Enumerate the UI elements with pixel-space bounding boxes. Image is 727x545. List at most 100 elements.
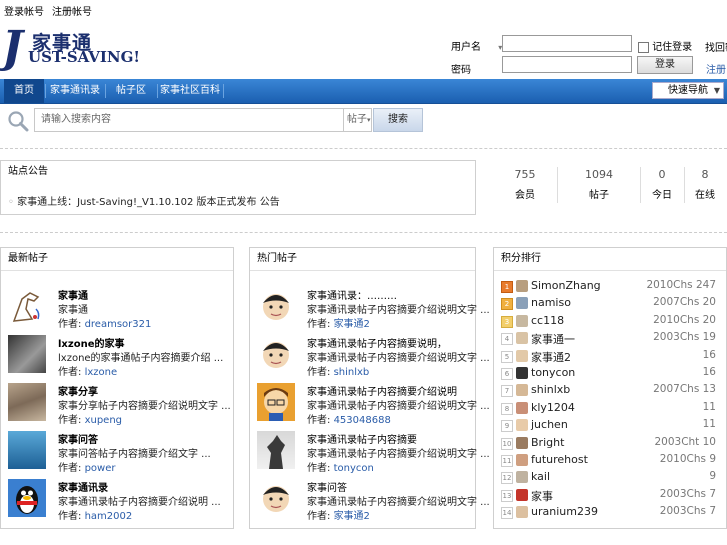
site-logo[interactable]: J 家事通 UST-SAVING! (0, 22, 150, 73)
ranking-row[interactable]: 13 家事 2003Chs 7 (494, 487, 724, 504)
item-title[interactable]: 家事问答 (58, 431, 98, 446)
rank-username[interactable]: shinlxb (531, 383, 570, 396)
list-item[interactable]: 家事问答 家事问答帖子内容摘要介绍文字 ... 作者: power (1, 429, 233, 477)
quick-nav-select[interactable]: 快速导航 ▼ (652, 82, 724, 99)
main-nav: 首页 家事通讯录 帖子区 家事社区百科 快速导航 ▼ (0, 79, 727, 104)
notice-item[interactable]: ◦ 家事通上线：Just-Saving!_V1.10.102 版本正式发布 公告 (8, 193, 280, 208)
nav-item-home[interactable]: 首页 (4, 79, 44, 103)
rank-username[interactable]: tonycon (531, 366, 575, 379)
author-link[interactable]: tonycon (334, 463, 374, 474)
panel-title: 积分排行 (494, 248, 726, 271)
author-link[interactable]: 家事通2 (334, 319, 370, 330)
item-title[interactable]: 家事通 (58, 287, 88, 302)
quick-nav-value: 快速导航 (668, 85, 708, 96)
password-input[interactable] (502, 56, 632, 73)
divider (0, 232, 727, 233)
author-link[interactable]: 453048688 (334, 415, 391, 426)
ranking-row[interactable]: 10 Bright 2003Cht 10 (494, 435, 724, 452)
item-title[interactable]: 家事通讯录帖子内容摘要介绍说明 (307, 383, 457, 398)
rank-number: 10 (501, 437, 513, 450)
author-link[interactable]: lxzone (85, 367, 118, 378)
hot-posts-panel: 热门帖子 家事通讯录：……… 家事通讯录帖子内容摘要介绍说明文字 ... 作者:… (249, 247, 490, 529)
face-avatar (257, 479, 295, 517)
author-link[interactable]: dreamsor321 (85, 319, 152, 330)
stat-members: 755 会员 (514, 168, 536, 201)
nav-item-forum[interactable]: 帖子区 (106, 79, 156, 103)
author-link[interactable]: shinlxb (334, 367, 370, 378)
login-button[interactable]: 登录 (637, 56, 693, 74)
ranking-row[interactable]: 1 SimonZhang 2010Chs 247 (494, 278, 724, 295)
list-item[interactable]: 家事通讯录帖子内容摘要 家事通讯录帖子内容摘要介绍说明文字 ... 作者: to… (250, 429, 490, 477)
rank-username[interactable]: SimonZhang (531, 279, 601, 292)
rank-number: 11 (501, 455, 513, 467)
nav-item-contacts[interactable]: 家事通讯录 (46, 79, 104, 103)
ranking-row[interactable]: 12 kail 9 (494, 469, 724, 486)
ranking-row[interactable]: 4 家事通一 2003Chs 19 (494, 330, 724, 347)
nav-item-wiki[interactable]: 家事社区百科 (158, 79, 222, 103)
item-desc: 家事通讯录帖子内容摘要介绍说明 ... (58, 497, 221, 508)
register-link[interactable]: 注册帐号 (52, 7, 92, 18)
author-link[interactable]: xupeng (85, 415, 122, 426)
findpw-link[interactable]: 找回密码 (705, 39, 727, 54)
water-image (8, 431, 46, 469)
login-link[interactable]: 登录帐号 (4, 7, 44, 18)
ranking-row[interactable]: 2 namiso 2007Chs 20 (494, 295, 724, 312)
panel-title: 热门帖子 (250, 248, 475, 271)
rank-username[interactable]: namiso (531, 296, 571, 309)
rank-username[interactable]: 家事 (531, 488, 553, 504)
avatar-icon (516, 506, 528, 519)
item-title[interactable]: 家事分享 (58, 383, 98, 398)
rank-username[interactable]: kail (531, 470, 550, 483)
item-title[interactable]: 家事问答 (307, 479, 347, 494)
rank-username[interactable]: juchen (531, 418, 568, 431)
rank-username[interactable]: kly1204 (531, 401, 575, 414)
author-link[interactable]: 家事通2 (334, 511, 370, 522)
ranking-row[interactable]: 9 juchen 11 (494, 417, 724, 434)
list-item[interactable]: 家事问答 家事通讯录帖子内容摘要介绍说明文字 ... 作者: 家事通2 (250, 477, 490, 525)
ranking-row[interactable]: 8 kly1204 11 (494, 400, 724, 417)
item-title[interactable]: 家事通讯录 (58, 479, 108, 494)
item-title[interactable]: 家事通讯录：……… (307, 287, 397, 302)
ranking-row[interactable]: 7 shinlxb 2007Chs 13 (494, 382, 724, 399)
search-button[interactable]: 搜索 (373, 108, 423, 132)
author-link[interactable]: ham2002 (85, 511, 133, 522)
rank-username[interactable]: Bright (531, 436, 564, 449)
ranking-row[interactable]: 14 uranium239 2003Chs 7 (494, 504, 724, 521)
rank-username[interactable]: 家事通2 (531, 349, 571, 365)
item-author: 作者: 家事通2 (307, 319, 370, 330)
item-desc: 家事通讯录帖子内容摘要介绍说明文字 ... (307, 401, 490, 412)
list-item[interactable]: 家事通 家事通 作者: dreamsor321 (1, 285, 233, 333)
list-item[interactable]: 家事通讯录：……… 家事通讯录帖子内容摘要介绍说明文字 ... 作者: 家事通2 (250, 285, 490, 333)
item-desc: lxzone的家事通帖子内容摘要介绍 ... (58, 353, 224, 364)
username-input[interactable] (502, 35, 632, 52)
list-item[interactable]: lxzone的家事 lxzone的家事通帖子内容摘要介绍 ... 作者: lxz… (1, 333, 233, 381)
list-item[interactable]: 家事通讯录帖子内容摘要介绍说明 家事通讯录帖子内容摘要介绍说明文字 ... 作者… (250, 381, 490, 429)
rank-number: 7 (501, 385, 513, 398)
list-item[interactable]: 家事通讯录 家事通讯录帖子内容摘要介绍说明 ... 作者: ham2002 (1, 477, 233, 525)
rank-username[interactable]: 家事通一 (531, 331, 575, 347)
remember-checkbox[interactable] (638, 41, 649, 53)
item-title[interactable]: lxzone的家事 (58, 335, 124, 350)
item-desc: 家事通讯录帖子内容摘要介绍说明文字 ... (307, 449, 490, 460)
rank-username[interactable]: cc118 (531, 314, 564, 327)
search-input[interactable]: 请输入搜索内容 (34, 108, 344, 132)
rank-username[interactable]: futurehost (531, 453, 588, 466)
item-title[interactable]: 家事通讯录帖子内容摘要说明， (307, 335, 447, 350)
avatar-icon (516, 280, 528, 292)
author-link[interactable]: power (85, 463, 116, 474)
item-desc: 家事分享帖子内容摘要介绍说明文字 ... (58, 401, 231, 412)
rank-number: 6 (501, 368, 513, 380)
ranking-row[interactable]: 5 家事通2 16 (494, 348, 724, 365)
list-item[interactable]: 家事分享 家事分享帖子内容摘要介绍说明文字 ... 作者: xupeng (1, 381, 233, 429)
ranking-row[interactable]: 3 cc118 2010Chs 20 (494, 313, 724, 330)
ranking-row[interactable]: 11 futurehost 2010Chs 9 (494, 452, 724, 469)
list-item[interactable]: 家事通讯录帖子内容摘要说明， 家事通讯录帖子内容摘要介绍说明文字 ... 作者:… (250, 333, 490, 381)
rank-number: 4 (501, 333, 513, 346)
horse-image (8, 287, 46, 325)
ranking-row[interactable]: 6 tonycon 16 (494, 365, 724, 382)
rank-username[interactable]: uranium239 (531, 505, 598, 518)
remember-checkbox-wrap[interactable]: 记住登录 (638, 38, 692, 53)
register-link-2[interactable]: 注册 (706, 61, 726, 76)
search-type-select[interactable]: 帖子▾ (344, 108, 372, 132)
item-title[interactable]: 家事通讯录帖子内容摘要 (307, 431, 417, 446)
